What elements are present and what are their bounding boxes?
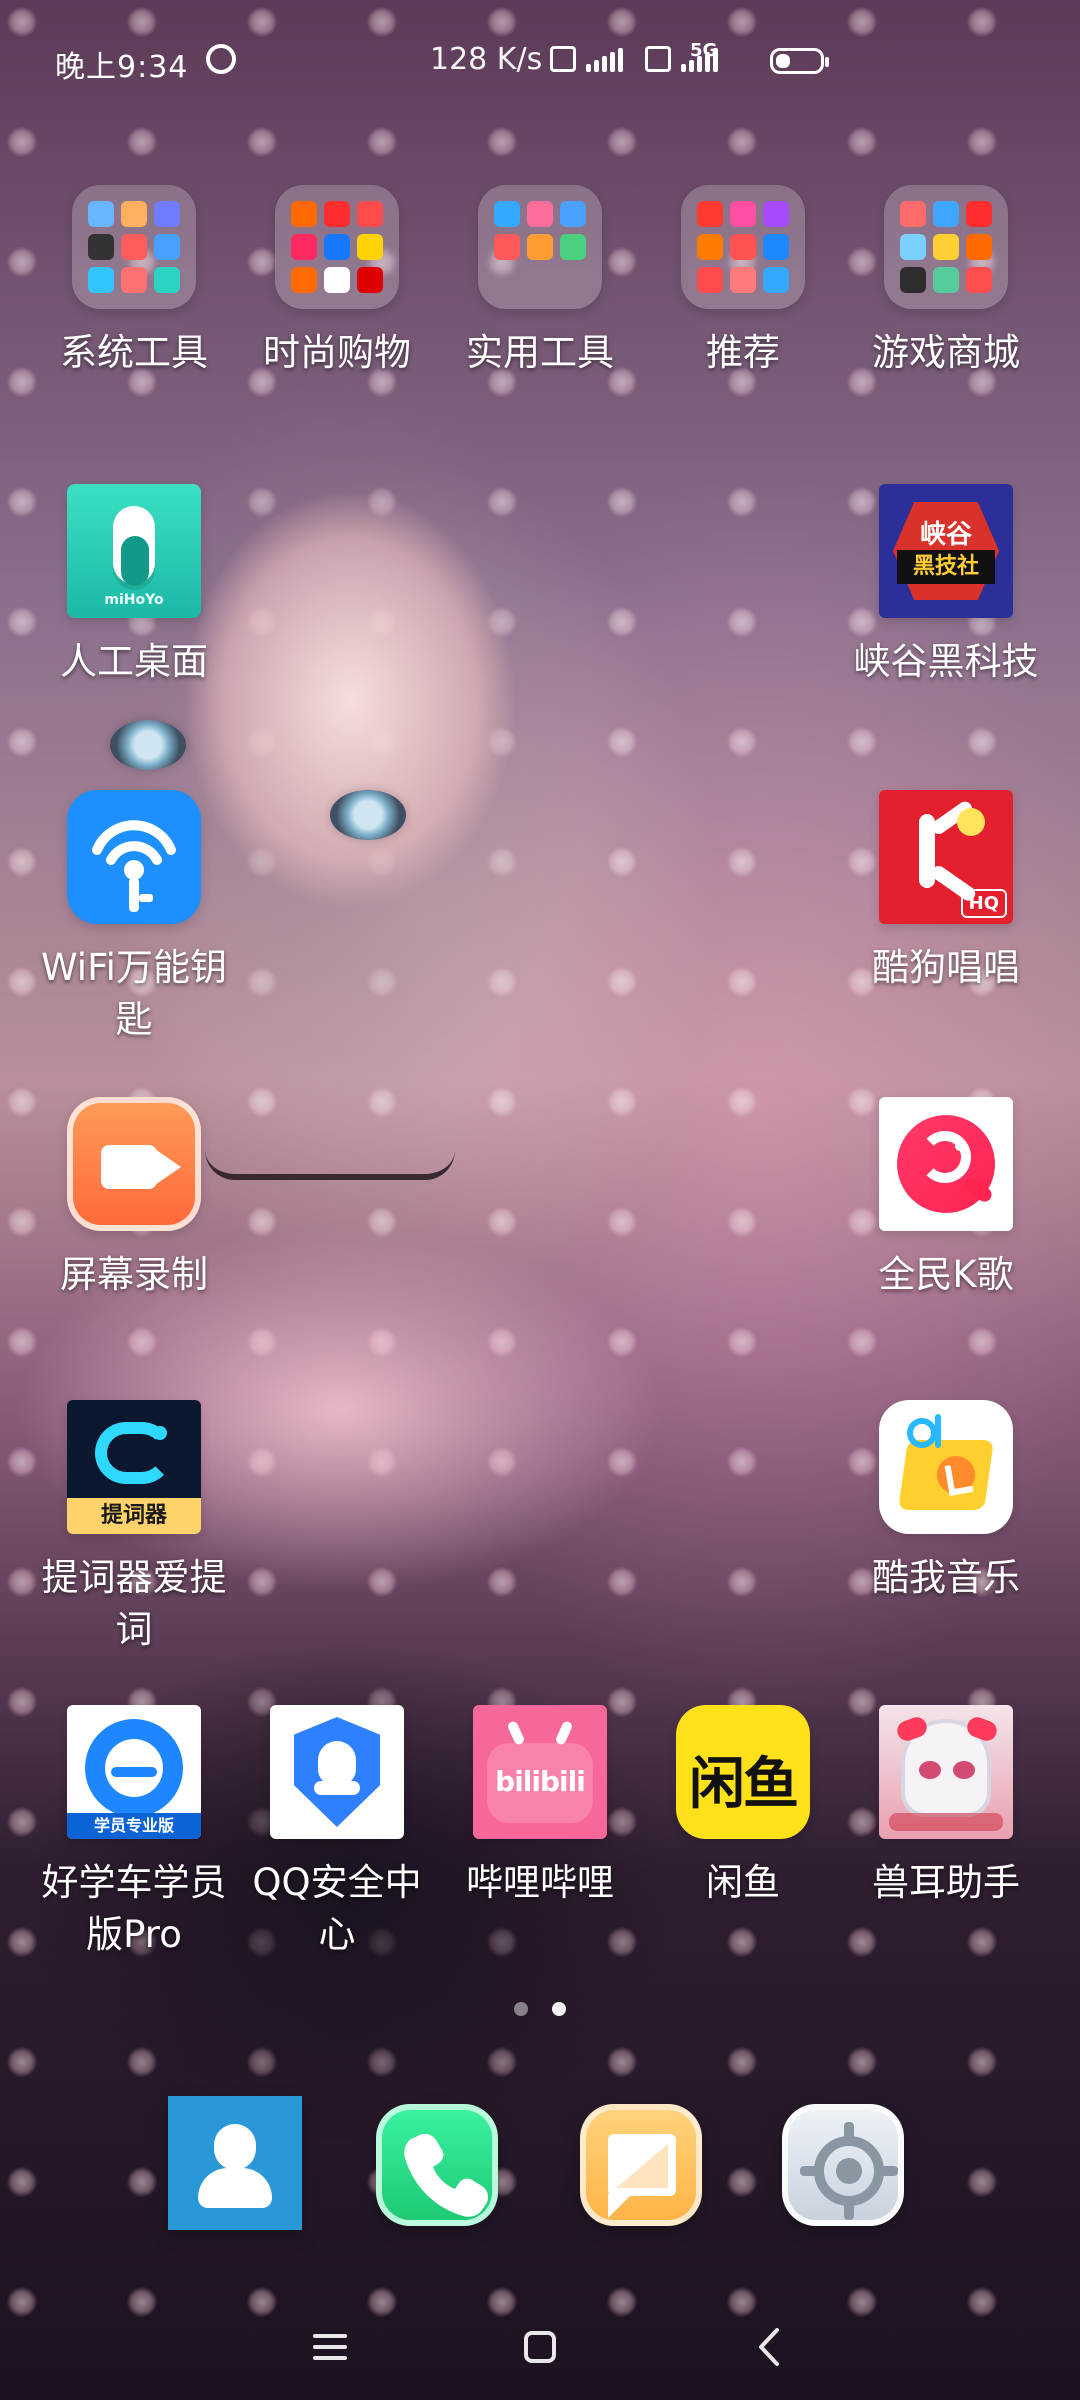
app-bilibili[interactable]: bilibili 哔哩哔哩 (438, 1705, 642, 1909)
wifi-key-icon (67, 790, 201, 924)
app-kugou-sing[interactable]: HQ 酷狗唱唱 (844, 790, 1048, 994)
app-label: 酷狗唱唱 (872, 946, 1020, 989)
shouer-assistant-icon (879, 1705, 1013, 1839)
canyon-text-1: 峡谷 (919, 520, 972, 550)
canyon-text-2: 黑技社 (897, 550, 995, 584)
recent-apps-button[interactable] (295, 2312, 365, 2382)
app-wesing[interactable]: 全民K歌 (844, 1097, 1048, 1301)
app-haoxueche[interactable]: 学员专业版 好学车学员版Pro (32, 1705, 236, 1961)
wallpaper-choker (205, 1150, 455, 1180)
app-xianyu[interactable]: 闲鱼 闲鱼 (641, 1705, 845, 1909)
teleprompter-text: 提词器 (67, 1498, 201, 1534)
back-chevron-icon (759, 2328, 779, 2366)
qq-security-icon (270, 1705, 404, 1839)
network-type: 5G (690, 40, 718, 61)
home-screen: 晚上9:34 128 K/s 5G 系统工具 时尚购物 实用工具 推荐 游戏商城… (0, 0, 1080, 2400)
app-screen-record[interactable]: 屏幕录制 (32, 1097, 236, 1301)
phone-icon[interactable] (376, 2104, 498, 2226)
screen-record-icon (67, 1097, 201, 1231)
app-qq-security[interactable]: QQ安全中心 (235, 1705, 439, 1961)
folder-game-store[interactable]: 游戏商城 (844, 185, 1048, 379)
notification-icon (206, 44, 236, 74)
bilibili-text: bilibili (495, 1765, 586, 1798)
app-label: 屏幕录制 (60, 1253, 208, 1296)
app-label: 好学车学员版Pro (41, 1861, 227, 1956)
page-dot-1[interactable] (514, 2002, 528, 2016)
app-label: 闲鱼 (706, 1861, 780, 1904)
signal-bars-icon (586, 48, 623, 72)
contacts-icon[interactable] (168, 2096, 302, 2230)
wifi-key-icon-svg (92, 820, 176, 912)
xianyu-text: 闲鱼 (689, 1752, 799, 1817)
hd-icon (550, 46, 576, 72)
battery-icon (770, 48, 829, 74)
hq-badge: HQ (960, 889, 1007, 918)
hd-icon-2 (645, 46, 671, 72)
wallpaper-eye-left (110, 720, 186, 770)
app-wifi-key[interactable]: WiFi万能钥匙 (32, 790, 236, 1046)
app-label: 兽耳助手 (872, 1861, 1020, 1904)
app-canyon-tech[interactable]: 峡谷 黑技社 峡谷黑科技 (844, 484, 1048, 688)
folder-icon (72, 185, 196, 309)
navigation-bar (0, 2300, 1080, 2390)
app-teleprompter[interactable]: 提词器 提词器爱提词 (32, 1400, 236, 1656)
status-bar: 晚上9:34 128 K/s 5G (0, 0, 1080, 120)
app-label: 哔哩哔哩 (466, 1861, 614, 1904)
page-indicator (0, 2002, 1080, 2032)
dock (0, 2090, 1080, 2240)
app-label: WiFi万能钥匙 (41, 946, 227, 1041)
bilibili-icon: bilibili (473, 1705, 607, 1839)
teleprompter-icon: 提词器 (67, 1400, 201, 1534)
haoxueche-text: 学员专业版 (67, 1813, 201, 1839)
phone-handset-icon (404, 2133, 489, 2217)
back-button[interactable] (735, 2312, 805, 2382)
folder-icon (681, 185, 805, 309)
xianyu-icon: 闲鱼 (676, 1705, 810, 1839)
mihoyo-ai-desktop-icon: miHoYo (67, 484, 201, 618)
app-label: 推荐 (706, 331, 780, 374)
app-label: 峡谷黑科技 (853, 640, 1039, 683)
folder-icon (275, 185, 399, 309)
app-label: 人工桌面 (60, 640, 208, 683)
home-button[interactable] (505, 2312, 575, 2382)
folder-system-tools[interactable]: 系统工具 (32, 185, 236, 379)
folder-utility-tools[interactable]: 实用工具 (438, 185, 642, 379)
app-label: 系统工具 (60, 331, 208, 374)
app-label: 酷我音乐 (872, 1556, 1020, 1599)
app-shouer-assistant[interactable]: 兽耳助手 (844, 1705, 1048, 1909)
app-label: 提词器爱提词 (41, 1556, 227, 1651)
status-time: 晚上9:34 (55, 50, 189, 85)
folder-recommended[interactable]: 推荐 (641, 185, 845, 379)
app-ai-desktop[interactable]: miHoYo 人工桌面 (32, 484, 236, 688)
folder-shopping[interactable]: 时尚购物 (235, 185, 439, 379)
canyon-tech-icon: 峡谷 黑技社 (879, 484, 1013, 618)
page-dot-2[interactable] (552, 2002, 566, 2016)
app-label: 全民K歌 (878, 1253, 1014, 1296)
menu-icon (313, 2334, 347, 2360)
kugou-sing-icon: HQ (879, 790, 1013, 924)
folder-icon (478, 185, 602, 309)
app-label: QQ安全中心 (252, 1861, 422, 1956)
kuwo-music-icon (879, 1400, 1013, 1534)
haoxueche-icon: 学员专业版 (67, 1705, 201, 1839)
home-square-icon (524, 2331, 556, 2363)
app-kuwo-music[interactable]: 酷我音乐 (844, 1400, 1048, 1604)
network-speed: 128 K/s (430, 42, 543, 77)
app-label: 时尚购物 (263, 331, 411, 374)
wallpaper-eye-right (330, 790, 406, 840)
app-label: 实用工具 (466, 331, 614, 374)
mihoyo-text: miHoYo (104, 592, 164, 608)
settings-icon[interactable] (782, 2104, 904, 2226)
messages-icon[interactable] (580, 2104, 702, 2226)
wesing-icon (879, 1097, 1013, 1231)
folder-icon (884, 185, 1008, 309)
app-label: 游戏商城 (872, 331, 1020, 374)
